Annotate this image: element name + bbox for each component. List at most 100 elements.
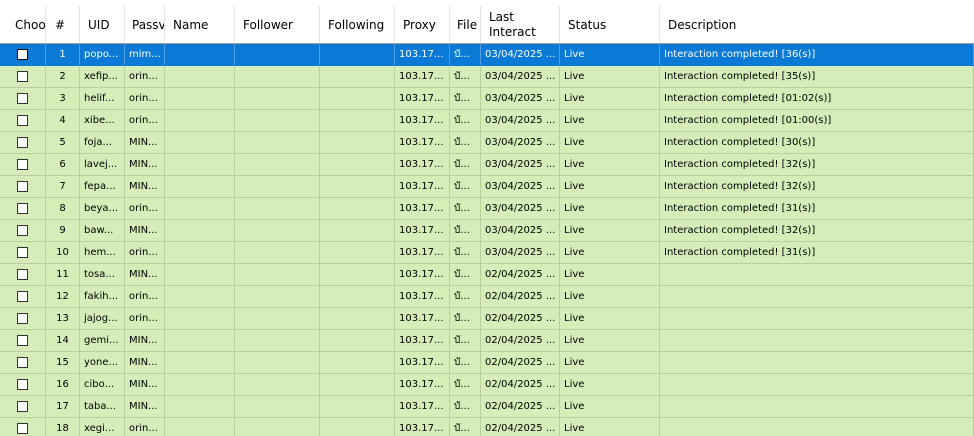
cell-name[interactable]: [165, 132, 235, 153]
cell-description[interactable]: [660, 418, 974, 436]
cell-follower[interactable]: [235, 88, 320, 109]
cell-last-interact[interactable]: 02/04/2025 ...: [481, 286, 560, 307]
cell-following[interactable]: [320, 374, 395, 395]
row-checkbox-cell[interactable]: [0, 242, 46, 263]
cell-uid[interactable]: beya...: [80, 198, 125, 219]
cell-password[interactable]: MIN...: [125, 264, 165, 285]
cell-index[interactable]: 4: [46, 110, 80, 131]
table-row[interactable]: 14 gemi... MIN... 103.17... บั... 02/04/2025 …: [0, 330, 974, 352]
cell-follower[interactable]: [235, 352, 320, 373]
cell-index[interactable]: 8: [46, 198, 80, 219]
cell-file[interactable]: บั...: [450, 198, 481, 219]
cell-proxy[interactable]: 103.17...: [395, 418, 450, 436]
cell-index[interactable]: 6: [46, 154, 80, 175]
cell-following[interactable]: [320, 66, 395, 87]
cell-uid[interactable]: baw...: [80, 220, 125, 241]
cell-index[interactable]: 11: [46, 264, 80, 285]
cell-index[interactable]: 15: [46, 352, 80, 373]
cell-index[interactable]: 5: [46, 132, 80, 153]
row-checkbox-cell[interactable]: [0, 286, 46, 307]
cell-file[interactable]: บั...: [450, 154, 481, 175]
cell-last-interact[interactable]: 03/04/2025 ...: [481, 198, 560, 219]
col-header-name[interactable]: Name: [165, 6, 235, 43]
cell-follower[interactable]: [235, 154, 320, 175]
table-row[interactable]: 7 fepa... MIN... 103.17... บั... 03/04/2025 .…: [0, 176, 974, 198]
cell-password[interactable]: orin...: [125, 242, 165, 263]
cell-uid[interactable]: tosa...: [80, 264, 125, 285]
cell-follower[interactable]: [235, 220, 320, 241]
cell-uid[interactable]: foja...: [80, 132, 125, 153]
cell-name[interactable]: [165, 352, 235, 373]
cell-proxy[interactable]: 103.17...: [395, 352, 450, 373]
cell-password[interactable]: orin...: [125, 66, 165, 87]
cell-proxy[interactable]: 103.17...: [395, 242, 450, 263]
row-checkbox-cell[interactable]: [0, 198, 46, 219]
row-checkbox-cell[interactable]: [0, 44, 46, 65]
col-header-follower[interactable]: Follower: [235, 6, 320, 43]
cell-uid[interactable]: fepa...: [80, 176, 125, 197]
cell-description[interactable]: Interaction completed! [30(s)]: [660, 132, 974, 153]
cell-following[interactable]: [320, 242, 395, 263]
cell-proxy[interactable]: 103.17...: [395, 330, 450, 351]
cell-password[interactable]: orin...: [125, 286, 165, 307]
cell-index[interactable]: 18: [46, 418, 80, 436]
cell-password[interactable]: orin...: [125, 308, 165, 329]
cell-last-interact[interactable]: 03/04/2025 ...: [481, 132, 560, 153]
cell-proxy[interactable]: 103.17...: [395, 44, 450, 65]
cell-follower[interactable]: [235, 242, 320, 263]
row-checkbox-cell[interactable]: [0, 110, 46, 131]
cell-name[interactable]: [165, 396, 235, 417]
cell-uid[interactable]: fakih...: [80, 286, 125, 307]
cell-proxy[interactable]: 103.17...: [395, 88, 450, 109]
cell-file[interactable]: บั...: [450, 66, 481, 87]
cell-name[interactable]: [165, 264, 235, 285]
cell-index[interactable]: 10: [46, 242, 80, 263]
table-row[interactable]: 13 jajog... orin... 103.17... บั... 02/04/202…: [0, 308, 974, 330]
row-checkbox-cell[interactable]: [0, 374, 46, 395]
table-row[interactable]: 1 popo... mim... 103.17... บั... 03/04/2025 .…: [0, 44, 974, 66]
cell-status[interactable]: Live: [560, 176, 660, 197]
cell-status[interactable]: Live: [560, 110, 660, 131]
row-checkbox[interactable]: [17, 335, 28, 346]
cell-index[interactable]: 17: [46, 396, 80, 417]
cell-password[interactable]: MIN...: [125, 374, 165, 395]
table-row[interactable]: 3 helif... orin... 103.17... บั... 03/04/2025…: [0, 88, 974, 110]
cell-description[interactable]: [660, 330, 974, 351]
cell-password[interactable]: orin...: [125, 418, 165, 436]
col-header-last-interact[interactable]: Last Interact: [481, 6, 560, 43]
cell-description[interactable]: Interaction completed! [01:00(s)]: [660, 110, 974, 131]
cell-following[interactable]: [320, 396, 395, 417]
cell-description[interactable]: Interaction completed! [31(s)]: [660, 242, 974, 263]
cell-last-interact[interactable]: 02/04/2025 ...: [481, 308, 560, 329]
cell-description[interactable]: Interaction completed! [32(s)]: [660, 154, 974, 175]
row-checkbox[interactable]: [17, 203, 28, 214]
cell-description[interactable]: [660, 352, 974, 373]
cell-name[interactable]: [165, 308, 235, 329]
table-row[interactable]: 12 fakih... orin... 103.17... บั... 02/04/202…: [0, 286, 974, 308]
row-checkbox[interactable]: [17, 49, 28, 60]
cell-follower[interactable]: [235, 264, 320, 285]
cell-last-interact[interactable]: 02/04/2025 ...: [481, 418, 560, 436]
cell-uid[interactable]: xefip...: [80, 66, 125, 87]
row-checkbox[interactable]: [17, 313, 28, 324]
cell-proxy[interactable]: 103.17...: [395, 286, 450, 307]
cell-description[interactable]: Interaction completed! [01:02(s)]: [660, 88, 974, 109]
cell-proxy[interactable]: 103.17...: [395, 264, 450, 285]
cell-follower[interactable]: [235, 110, 320, 131]
cell-proxy[interactable]: 103.17...: [395, 66, 450, 87]
row-checkbox[interactable]: [17, 115, 28, 126]
table-row[interactable]: 8 beya... orin... 103.17... บั... 03/04/2025 …: [0, 198, 974, 220]
row-checkbox[interactable]: [17, 379, 28, 390]
table-row[interactable]: 10 hem... orin... 103.17... บั... 03/04/2025 …: [0, 242, 974, 264]
cell-password[interactable]: MIN...: [125, 352, 165, 373]
cell-status[interactable]: Live: [560, 418, 660, 436]
cell-file[interactable]: บั...: [450, 374, 481, 395]
cell-file[interactable]: บั...: [450, 110, 481, 131]
cell-index[interactable]: 12: [46, 286, 80, 307]
col-header-following[interactable]: Following: [320, 6, 395, 43]
cell-uid[interactable]: lavej...: [80, 154, 125, 175]
cell-index[interactable]: 2: [46, 66, 80, 87]
col-header-proxy[interactable]: Proxy: [395, 6, 450, 43]
cell-index[interactable]: 14: [46, 330, 80, 351]
row-checkbox-cell[interactable]: [0, 352, 46, 373]
